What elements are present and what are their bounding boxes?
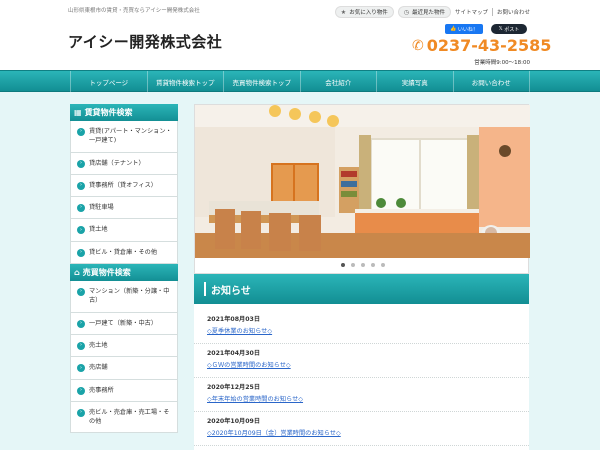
rental-heading-label: 賃貸物件検索 — [84, 108, 133, 117]
chevron-right-icon: › — [77, 226, 85, 235]
sidebar-item-label: マンション（新築・分譲・中古） — [89, 288, 170, 305]
sidebar: ▦ 賃貸物件検索 › 賃貸(アパート・マンション・一戸建て) › 貸店舗（テナン… — [70, 104, 178, 434]
sidebar-item-rental-store[interactable]: › 貸店舗（テナント） — [70, 152, 178, 175]
sidebar-item-sale-office[interactable]: › 売事務所 — [70, 379, 178, 402]
chevron-right-icon: › — [77, 364, 85, 373]
news-item: 2020年10月09日 ◇2020年10月09日（金）営業時間のお知らせ◇ — [194, 412, 529, 446]
sidebar-item-label: 貸事務所（貸オフィス） — [89, 181, 157, 189]
main-nav: トップページ 賃貸物件検索トップ 売買物件検索トップ 会社紹介 実績写真 お問い… — [0, 70, 600, 93]
news-title-link[interactable]: ◇2020年10月09日（金）営業時間のお知らせ◇ — [207, 428, 517, 437]
facebook-like-label: いいね！ — [457, 26, 478, 33]
chevron-right-icon: › — [77, 319, 85, 328]
sidebar-item-rental-residential[interactable]: › 賃貸(アパート・マンション・一戸建て) — [70, 121, 178, 153]
sidebar-item-rental-land[interactable]: › 貸土地 — [70, 219, 178, 242]
building-icon: ▦ — [74, 108, 82, 117]
news-heading: お知らせ — [194, 274, 529, 304]
slider-dot[interactable] — [340, 263, 345, 267]
news-date: 2020年10月09日 — [207, 418, 261, 425]
sidebar-item-rental-parking[interactable]: › 貸駐車場 — [70, 197, 178, 220]
favorites-button[interactable]: ★ お気に入り物件 — [334, 6, 394, 18]
top-links: ★ お気に入り物件 ◷ 最近見た物件 サイトマップ お問い合わせ — [334, 6, 530, 18]
sidebar-item-sale-store[interactable]: › 売店舗 — [70, 357, 178, 380]
chevron-right-icon: › — [77, 181, 85, 190]
slider-dot[interactable] — [380, 263, 385, 267]
sidebar-item-label: 売土地 — [89, 341, 108, 349]
sitemap-link[interactable]: サイトマップ — [455, 8, 488, 16]
sidebar-item-label: 売事務所 — [89, 386, 114, 394]
sidebar-item-rental-office[interactable]: › 貸事務所（貸オフィス） — [70, 174, 178, 198]
star-icon: ★ — [340, 8, 347, 16]
nav-contact[interactable]: お問い合わせ — [454, 71, 530, 93]
chevron-right-icon: › — [77, 204, 85, 213]
news-item: 2021年08月03日 ◇夏季休業のお知らせ◇ — [194, 310, 529, 344]
hero-slider[interactable] — [194, 104, 530, 274]
sidebar-item-label: 一戸建て（新築・中古） — [89, 319, 158, 327]
clock-icon: ◷ — [403, 8, 409, 16]
business-hours: 営業時間9:00～18:00 — [474, 60, 530, 66]
slide-image-kitchen-interior — [195, 105, 530, 258]
sidebar-item-sale-other[interactable]: › 売ビル・売倉庫・売工場・その他 — [70, 401, 178, 434]
news-title-link[interactable]: ◇年末年始の営業時間のお知らせ◇ — [207, 394, 517, 403]
sidebar-item-sale-house[interactable]: › 一戸建て（新築・中古） — [70, 312, 178, 335]
sidebar-item-label: 貸駐車場 — [89, 204, 114, 212]
slider-dot[interactable] — [360, 263, 365, 267]
news-item: 2020年12月25日 ◇年末年始の営業時間のお知らせ◇ — [194, 378, 529, 412]
nav-results-photos[interactable]: 実績写真 — [377, 71, 454, 93]
news-heading-label: お知らせ — [211, 285, 251, 297]
recent-label: 最近見た物件 — [411, 10, 445, 16]
chevron-right-icon: › — [77, 159, 85, 168]
divider — [491, 8, 493, 16]
nav-sale-search[interactable]: 売買物件検索トップ — [224, 71, 301, 93]
x-post-label: ポスト — [504, 26, 520, 33]
news-date: 2021年08月03日 — [207, 316, 261, 323]
site-tagline: 山形県東根市の賃貸・売買ならアイシー開発株式会社 — [68, 8, 200, 14]
top-bar: 山形県東根市の賃貸・売買ならアイシー開発株式会社 ★ お気に入り物件 ◷ 最近見… — [0, 0, 600, 20]
phone-contact[interactable]: ✆ 0237-43-2585 — [412, 36, 551, 55]
thumbs-up-icon: 👍 — [450, 26, 457, 32]
phone-number: 0237-43-2585 — [426, 36, 552, 55]
nav-company[interactable]: 会社紹介 — [301, 71, 377, 93]
sidebar-item-label: 賃貸(アパート・マンション・一戸建て) — [89, 128, 172, 145]
news-list: 2021年08月03日 ◇夏季休業のお知らせ◇ 2021年04月30日 ◇ＧＷの… — [194, 310, 529, 446]
nav-top-page[interactable]: トップページ — [70, 71, 148, 93]
facebook-like-button[interactable]: 👍 いいね！ — [445, 24, 483, 34]
chevron-right-icon: › — [77, 128, 85, 136]
news-title-link[interactable]: ◇ＧＷの営業時間のお知らせ◇ — [207, 360, 517, 369]
house-icon: ⌂ — [74, 268, 80, 278]
sidebar-item-label: 売店舗 — [89, 364, 108, 372]
slider-dot[interactable] — [350, 263, 355, 267]
x-logo-icon: 𝕏 — [498, 26, 503, 32]
phone-icon: ✆ — [412, 37, 424, 54]
sidebar-item-label: 貸ビル・貸倉庫・その他 — [89, 248, 158, 256]
slider-pagination — [195, 263, 530, 267]
sidebar-item-rental-other[interactable]: › 貸ビル・貸倉庫・その他 — [70, 241, 178, 265]
sale-search-heading: ⌂ 売買物件検索 — [70, 264, 178, 282]
sidebar-item-label: 貸店舗（テナント） — [89, 159, 145, 167]
sidebar-item-sale-condo[interactable]: › マンション（新築・分譲・中古） — [70, 281, 178, 313]
chevron-right-icon: › — [77, 341, 85, 350]
company-logo[interactable]: アイシー開発株式会社 — [68, 31, 222, 52]
slider-dot[interactable] — [370, 263, 375, 267]
news-title-link[interactable]: ◇夏季休業のお知らせ◇ — [207, 326, 517, 335]
favorites-label: お気に入り物件 — [349, 10, 388, 16]
recently-viewed-button[interactable]: ◷ 最近見た物件 — [397, 6, 451, 18]
rental-search-heading: ▦ 賃貸物件検索 — [70, 104, 178, 121]
news-section: お知らせ 2021年08月03日 ◇夏季休業のお知らせ◇ 2021年04月30日… — [194, 274, 529, 450]
nav-rental-search[interactable]: 賃貸物件検索トップ — [148, 71, 224, 93]
chevron-right-icon: › — [77, 248, 85, 257]
x-post-button[interactable]: 𝕏 ポスト — [491, 24, 527, 34]
chevron-right-icon: › — [77, 386, 85, 395]
sale-heading-label: 売買物件検索 — [82, 268, 131, 278]
heading-accent-bar — [204, 282, 206, 296]
contact-top-link[interactable]: お問い合わせ — [497, 8, 530, 16]
sidebar-item-label: 貸土地 — [89, 226, 108, 234]
sidebar-item-label: 売ビル・売倉庫・売工場・その他 — [89, 408, 170, 426]
sidebar-item-sale-land[interactable]: › 売土地 — [70, 334, 178, 358]
chevron-right-icon: › — [77, 408, 85, 417]
chevron-right-icon: › — [77, 288, 85, 297]
news-date: 2021年04月30日 — [207, 350, 261, 357]
news-date: 2020年12月25日 — [207, 384, 261, 391]
news-item: 2021年04月30日 ◇ＧＷの営業時間のお知らせ◇ — [194, 344, 529, 378]
